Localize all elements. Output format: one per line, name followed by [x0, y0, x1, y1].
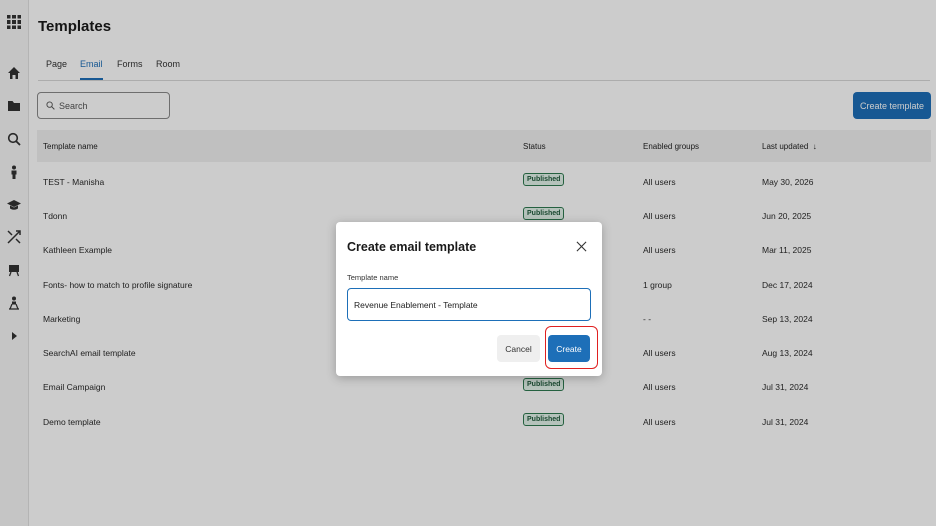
template-name-input[interactable] [347, 288, 591, 321]
dialog-title: Create email template [347, 240, 477, 254]
template-name-label: Template name [347, 273, 399, 282]
close-icon [576, 241, 586, 252]
close-button[interactable] [574, 240, 588, 254]
create-button-highlight [545, 326, 598, 369]
cancel-button[interactable]: Cancel [497, 335, 540, 362]
